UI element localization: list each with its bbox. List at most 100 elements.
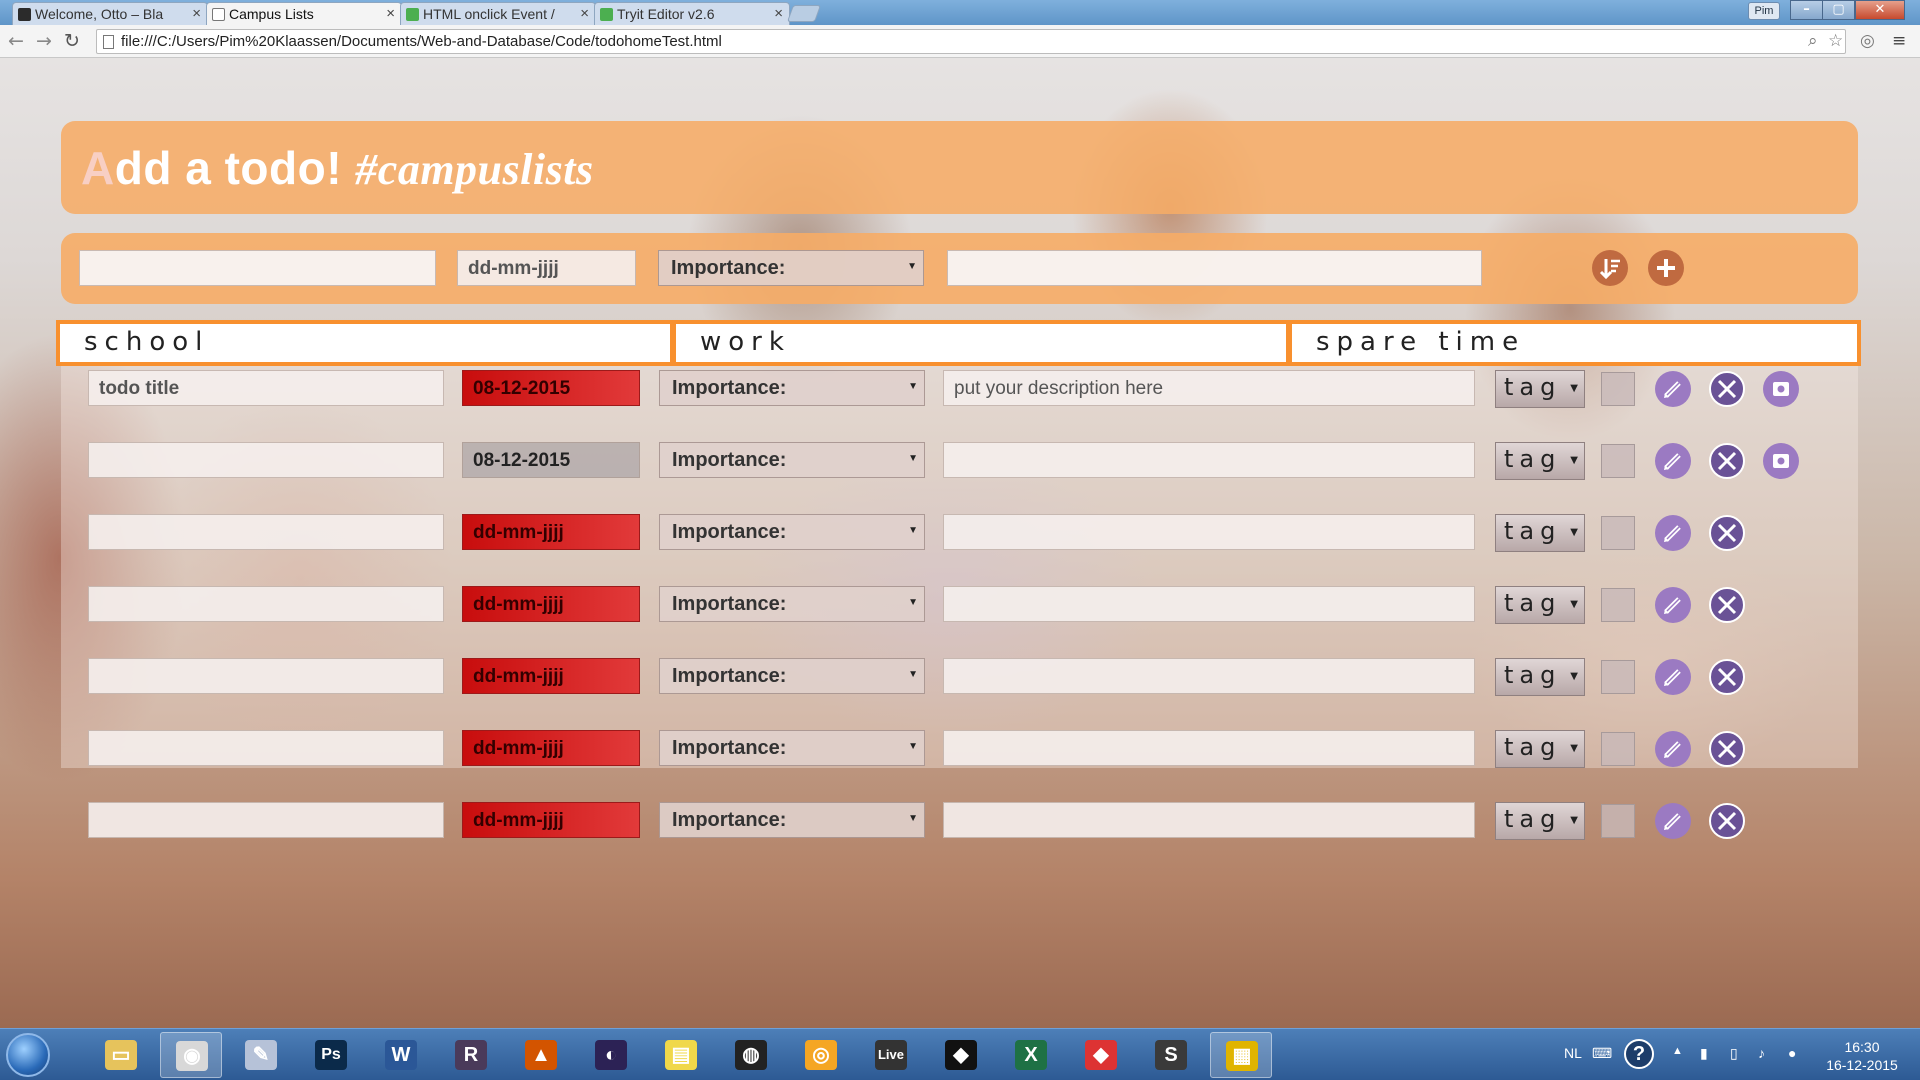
todo-done-checkbox[interactable] — [1601, 444, 1635, 478]
todo-title-input[interactable]: todo title — [88, 370, 444, 406]
todo-importance-select[interactable]: Importance: ▼ — [659, 730, 925, 766]
todo-importance-select[interactable]: Importance: ▼ — [659, 370, 925, 406]
delete-button[interactable] — [1709, 587, 1745, 623]
taskbar-app-eclipse[interactable]: ◐ — [580, 1032, 642, 1078]
network-icon[interactable]: ● — [1788, 1045, 1796, 1061]
reload-icon[interactable]: ↻ — [64, 30, 80, 52]
delete-button[interactable] — [1709, 515, 1745, 551]
taskbar-app-matlab[interactable]: ▲ — [510, 1032, 572, 1078]
todo-importance-select[interactable]: Importance: ▼ — [659, 442, 925, 478]
todo-tag-select[interactable]: tag ▼ — [1495, 370, 1585, 408]
delete-button[interactable] — [1709, 371, 1745, 407]
new-tab-button[interactable] — [786, 5, 822, 22]
tab-close-icon[interactable]: × — [386, 5, 395, 22]
tab-close-icon[interactable]: × — [580, 5, 589, 22]
todo-date-input[interactable]: dd-mm-jjjj — [462, 514, 640, 550]
profile-badge[interactable]: Pim — [1748, 2, 1780, 20]
browser-tab-active[interactable]: Campus Lists × — [206, 2, 402, 26]
edit-button[interactable] — [1655, 659, 1691, 695]
taskbar-app-excel[interactable]: X — [1000, 1032, 1062, 1078]
back-arrow-icon[interactable]: ← — [8, 30, 24, 52]
taskbar-app-explorer[interactable]: ▭ — [90, 1032, 152, 1078]
todo-description-input[interactable] — [943, 730, 1475, 766]
todo-tag-select[interactable]: tag ▼ — [1495, 730, 1585, 768]
todo-tag-select[interactable]: tag ▼ — [1495, 442, 1585, 480]
delete-button[interactable] — [1709, 443, 1745, 479]
browser-tab[interactable]: HTML onclick Event / × — [400, 2, 596, 25]
edit-button[interactable] — [1655, 587, 1691, 623]
todo-done-checkbox[interactable] — [1601, 588, 1635, 622]
show-hidden-icons-icon[interactable]: ▲ — [1672, 1045, 1683, 1057]
todo-date-input[interactable]: 08-12-2015 — [462, 370, 640, 406]
close-window-button[interactable]: ✕ — [1855, 0, 1905, 20]
todo-title-input[interactable] — [88, 802, 444, 838]
todo-importance-select[interactable]: Importance: ▼ — [659, 658, 925, 694]
browser-tab[interactable]: Tryit Editor v2.6 × — [594, 2, 790, 25]
todo-title-input[interactable] — [88, 586, 444, 622]
todo-done-checkbox[interactable] — [1601, 372, 1635, 406]
todo-done-checkbox[interactable] — [1601, 804, 1635, 838]
keyboard-icon[interactable]: ⌨ — [1592, 1045, 1612, 1062]
volume-icon[interactable]: ♪ — [1758, 1045, 1765, 1061]
tab-work[interactable]: work — [676, 324, 1286, 362]
taskbar-app-visual-paradigm[interactable]: ▦ — [1210, 1032, 1272, 1078]
todo-title-input[interactable] — [88, 730, 444, 766]
taskbar-app-live[interactable]: Live — [860, 1032, 922, 1078]
todo-tag-select[interactable]: tag ▼ — [1495, 802, 1585, 840]
tab-school[interactable]: school — [60, 324, 670, 362]
todo-importance-select[interactable]: Importance: ▼ — [659, 514, 925, 550]
delete-button[interactable] — [1709, 731, 1745, 767]
language-indicator[interactable]: NL — [1564, 1045, 1582, 1061]
todo-description-input[interactable] — [943, 514, 1475, 550]
new-todo-date-input[interactable]: dd-mm-jjjj — [457, 250, 636, 286]
todo-tag-select[interactable]: tag ▼ — [1495, 658, 1585, 696]
start-button[interactable] — [6, 1033, 50, 1077]
todo-title-input[interactable] — [88, 442, 444, 478]
menu-icon[interactable]: ≡ — [1892, 31, 1906, 51]
edit-button[interactable] — [1655, 731, 1691, 767]
tab-spare-time[interactable]: spare time — [1292, 324, 1857, 362]
todo-description-input[interactable] — [943, 442, 1475, 478]
edit-button[interactable] — [1655, 515, 1691, 551]
taskbar-app-sticky-notes[interactable]: ▤ — [650, 1032, 712, 1078]
todo-done-checkbox[interactable] — [1601, 660, 1635, 694]
todo-done-checkbox[interactable] — [1601, 732, 1635, 766]
todo-date-input[interactable]: dd-mm-jjjj — [462, 658, 640, 694]
todo-tag-select[interactable]: tag ▼ — [1495, 586, 1585, 624]
battery-icon[interactable]: ▯ — [1730, 1045, 1738, 1062]
new-todo-importance-select[interactable]: Importance: ▼ — [658, 250, 924, 286]
new-todo-title-input[interactable] — [79, 250, 436, 286]
sort-button[interactable] — [1592, 250, 1628, 286]
extension-icon[interactable]: ◎ — [1860, 31, 1875, 51]
delete-button[interactable] — [1709, 659, 1745, 695]
taskbar-app-git-extensions[interactable]: ◆ — [1070, 1032, 1132, 1078]
todo-date-input[interactable]: dd-mm-jjjj — [462, 586, 640, 622]
taskbar-app-razor[interactable]: R — [440, 1032, 502, 1078]
minimize-button[interactable]: – — [1790, 0, 1823, 20]
taskbar-app-unity[interactable]: ◆ — [930, 1032, 992, 1078]
tab-close-icon[interactable]: × — [774, 5, 783, 22]
save-button[interactable] — [1763, 371, 1799, 407]
todo-description-input[interactable] — [943, 658, 1475, 694]
taskbar-app-paint[interactable]: ✎ — [230, 1032, 292, 1078]
address-bar[interactable]: file:///C:/Users/Pim%20Klaassen/Document… — [96, 29, 1846, 54]
todo-date-input[interactable]: dd-mm-jjjj — [462, 802, 640, 838]
todo-description-input[interactable]: put your description here — [943, 370, 1475, 406]
taskbar-app-photoshop[interactable]: Ps — [300, 1032, 362, 1078]
todo-description-input[interactable] — [943, 586, 1475, 622]
save-button[interactable] — [1763, 443, 1799, 479]
taskbar-app-word[interactable]: W — [370, 1032, 432, 1078]
taskbar-app-blender[interactable]: ◎ — [790, 1032, 852, 1078]
todo-title-input[interactable] — [88, 514, 444, 550]
todo-importance-select[interactable]: Importance: ▼ — [659, 586, 925, 622]
browser-tab[interactable]: Welcome, Otto – Bla × — [12, 2, 208, 25]
system-clock[interactable]: 16:30 16-12-2015 — [1820, 1038, 1904, 1074]
delete-button[interactable] — [1709, 803, 1745, 839]
forward-arrow-icon[interactable]: → — [36, 30, 52, 52]
bookmark-star-icon[interactable]: ☆ — [1828, 31, 1843, 51]
edit-button[interactable] — [1655, 371, 1691, 407]
edit-button[interactable] — [1655, 443, 1691, 479]
todo-date-input[interactable]: dd-mm-jjjj — [462, 730, 640, 766]
help-icon[interactable]: ? — [1624, 1039, 1654, 1069]
todo-description-input[interactable] — [943, 802, 1475, 838]
